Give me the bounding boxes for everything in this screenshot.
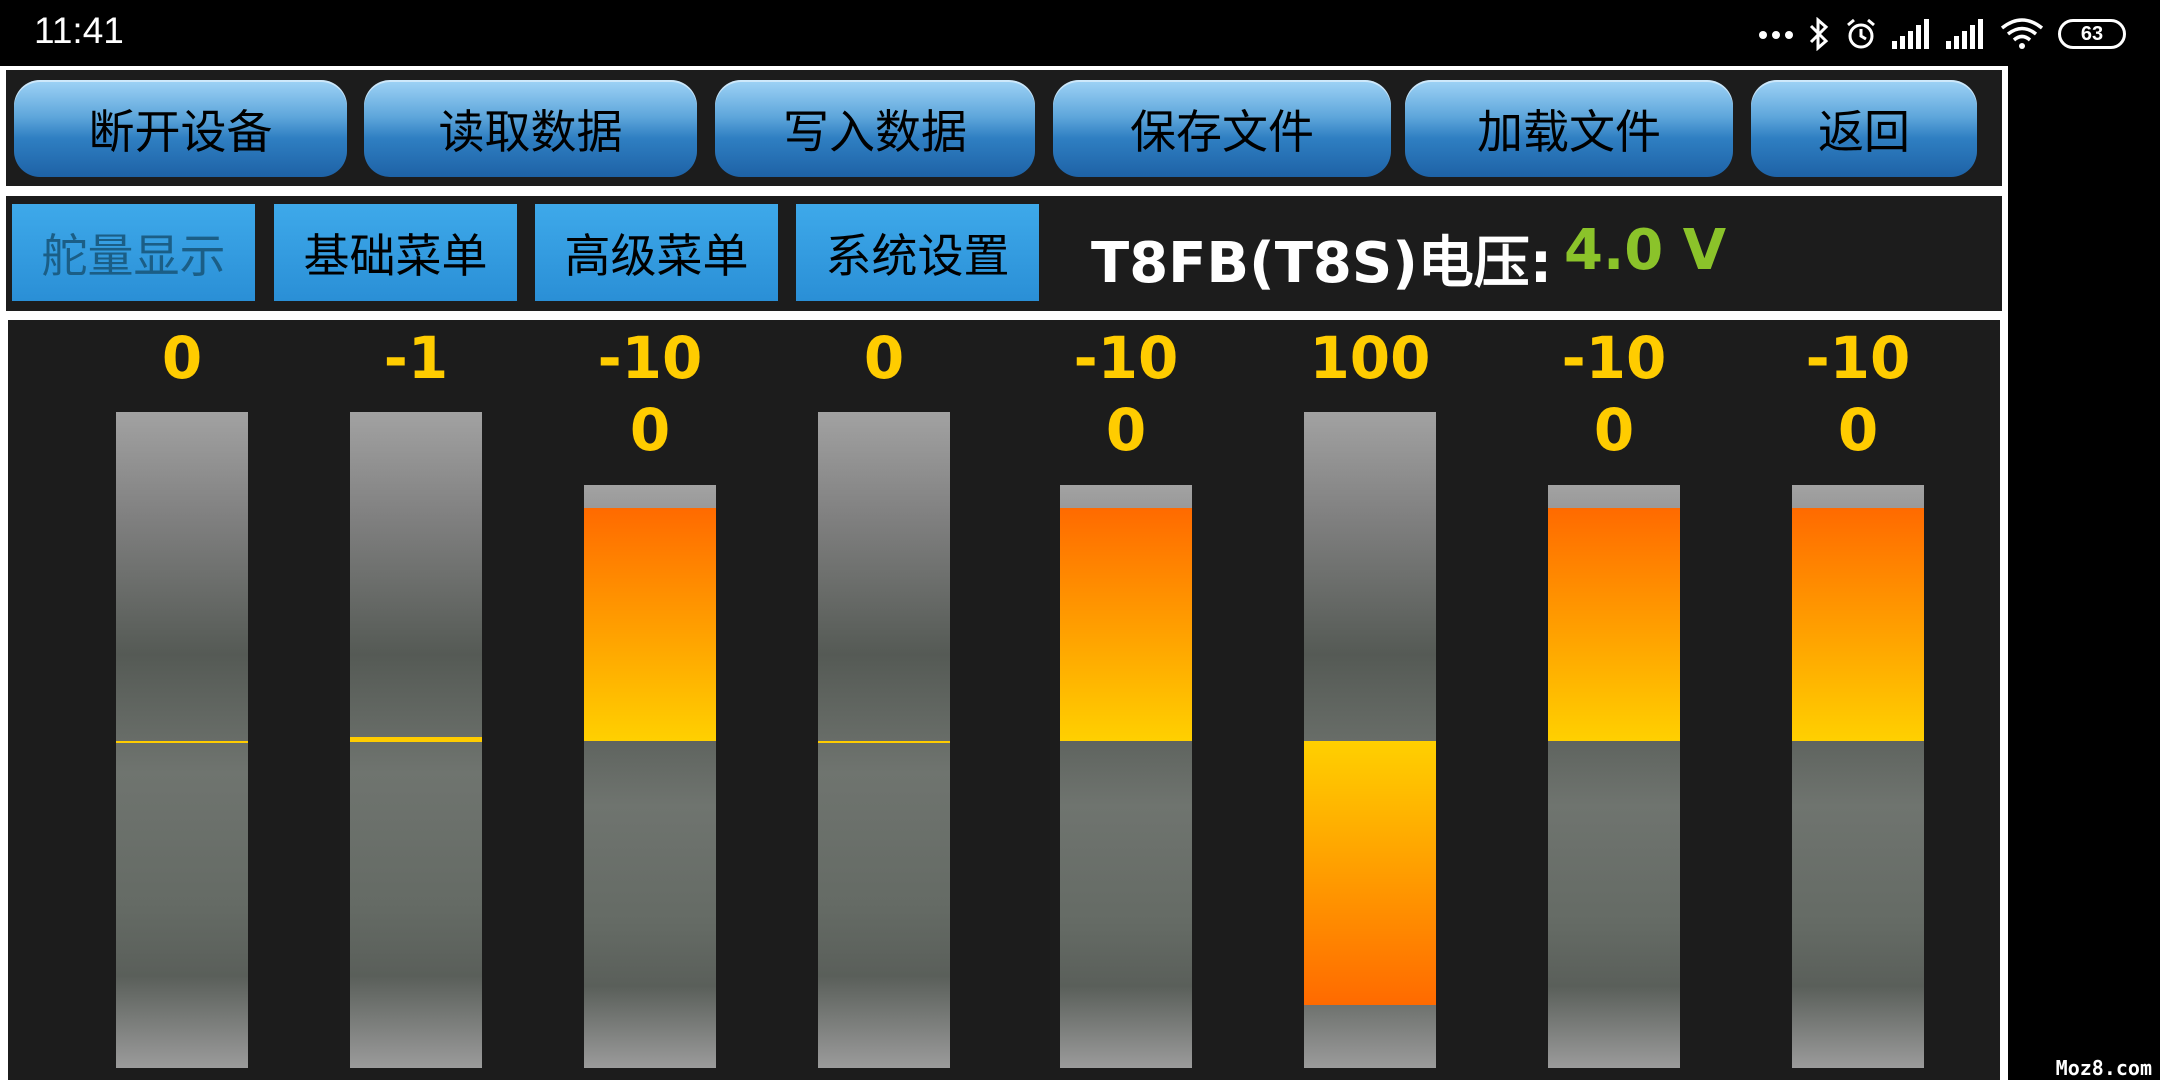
tab-bar: 舵量显示 基础菜单 高级菜单 系统设置 T8FB(T8S)电压: 4.0 V <box>6 196 2002 311</box>
channel-value: 100 <box>1309 324 1431 392</box>
channel-value-line: -10 <box>1561 324 1667 392</box>
voltage-value: 4.0 V <box>1564 218 1727 283</box>
status-icons: 63 <box>1758 14 2126 54</box>
save-file-button[interactable]: 保存文件 <box>1053 80 1391 177</box>
watermark: Moz8.com <box>2055 1056 2152 1080</box>
channel-display: 0 -1 -10 0 0 -10 0 100 -10 0 -10 0 <box>8 320 2000 1080</box>
channel-zero-line <box>818 741 950 743</box>
channel-value: 0 <box>161 324 203 392</box>
toolbar: 断开设备 读取数据 写入数据 保存文件 加载文件 返回 <box>6 70 2002 186</box>
more-dots-icon <box>1759 31 1793 39</box>
channel-value: 0 <box>863 324 905 392</box>
signal-icon <box>1946 19 1983 49</box>
disconnect-device-button[interactable]: 断开设备 <box>14 80 347 177</box>
signal-icon <box>1892 19 1929 49</box>
tab-basic-menu[interactable]: 基础菜单 <box>274 204 517 301</box>
load-file-button[interactable]: 加载文件 <box>1405 80 1733 177</box>
status-bar: 11:41 63 <box>0 0 2160 66</box>
tab-system-settings[interactable]: 系统设置 <box>796 204 1039 301</box>
alarm-icon <box>1847 18 1875 49</box>
channel-bar <box>350 412 482 1068</box>
voltage-label: T8FB(T8S)电压: <box>1091 231 1553 296</box>
channel-value-line: 0 <box>629 396 671 464</box>
channel-bar <box>1548 485 1680 1068</box>
channel-fill <box>1792 508 1924 741</box>
channel-value-line: 0 <box>1105 396 1147 464</box>
channel-bar <box>1060 485 1192 1068</box>
channel-value: -1 <box>383 324 449 392</box>
battery-icon: 63 <box>2058 19 2126 49</box>
channel-value-line: 0 <box>1593 396 1635 464</box>
channel-value-line: -10 <box>1805 324 1911 392</box>
tab-servo-display[interactable]: 舵量显示 <box>12 204 255 301</box>
channel-bar <box>1304 412 1436 1068</box>
wifi-icon <box>2000 18 2044 49</box>
channel-value: -10 0 <box>1036 322 1216 466</box>
channel-bar <box>584 485 716 1068</box>
channel-bar <box>818 412 950 1068</box>
channel-value-line: -10 <box>1073 324 1179 392</box>
channel-fill <box>1304 741 1436 1005</box>
channel-value: -10 0 <box>560 322 740 466</box>
channel-value: -10 0 <box>1524 322 1704 466</box>
channel-fill <box>1060 508 1192 741</box>
channel-fill <box>1548 508 1680 741</box>
channel-bar <box>116 412 248 1068</box>
channel-bar <box>1792 485 1924 1068</box>
read-data-button[interactable]: 读取数据 <box>364 80 697 177</box>
channel-zero-line <box>116 741 248 743</box>
channel-zero-line <box>350 737 482 742</box>
write-data-button[interactable]: 写入数据 <box>715 80 1035 177</box>
channel-value-line: 0 <box>1837 396 1879 464</box>
tab-advanced-menu[interactable]: 高级菜单 <box>535 204 778 301</box>
channel-fill <box>584 508 716 741</box>
back-button[interactable]: 返回 <box>1751 80 1977 177</box>
status-time: 11:41 <box>34 10 124 51</box>
app-frame: 断开设备 读取数据 写入数据 保存文件 加载文件 返回 舵量显示 基础菜单 高级… <box>0 66 2008 1080</box>
bluetooth-icon <box>1809 17 1829 51</box>
channel-value: -10 0 <box>1768 322 1948 466</box>
channel-value-line: -10 <box>597 324 703 392</box>
